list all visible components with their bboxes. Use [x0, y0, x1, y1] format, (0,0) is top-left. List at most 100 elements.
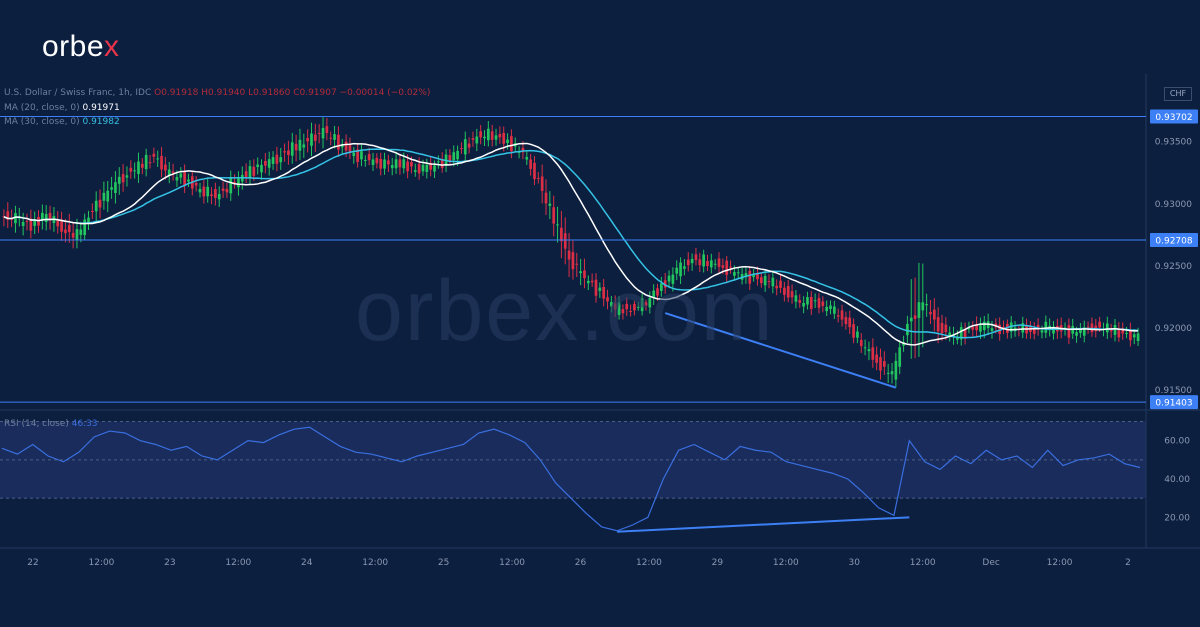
candle-body	[75, 229, 79, 240]
candle-body	[91, 210, 94, 212]
time-tick: 12:00	[225, 558, 251, 568]
candle-body	[206, 186, 210, 197]
candle-body	[944, 324, 948, 333]
candle-body	[398, 159, 402, 168]
candle-body	[940, 322, 944, 334]
candle-body	[1040, 330, 1044, 333]
ma30-legend: MA (30, close, 0) 0.91982	[4, 117, 120, 127]
candle-body	[525, 156, 529, 160]
candle-body	[390, 165, 394, 169]
candle-body	[64, 229, 67, 234]
candle-body	[890, 371, 894, 375]
candle-body	[909, 317, 913, 322]
time-tick: 12:00	[636, 558, 662, 568]
candle-body	[809, 296, 813, 309]
candle-body	[490, 131, 494, 140]
candle-body	[982, 321, 986, 331]
candle-body	[1075, 332, 1078, 336]
time-tick: 30	[849, 558, 861, 568]
time-tick: 29	[712, 558, 724, 568]
candle-body	[533, 162, 536, 180]
price-tick: 0.92500	[1155, 262, 1192, 272]
candle-body	[271, 157, 275, 164]
candle-body	[114, 182, 117, 193]
candle-body	[1125, 332, 1128, 334]
candle-body	[563, 233, 567, 249]
candle-body	[317, 133, 321, 135]
candle-body	[840, 310, 844, 320]
candle-body	[290, 142, 294, 156]
candle-body	[421, 164, 425, 172]
candle-body	[110, 187, 113, 190]
candle-body	[821, 301, 825, 306]
candle-body	[379, 158, 383, 169]
candle-body	[1105, 323, 1109, 333]
candle-body	[456, 150, 459, 160]
candle-body	[536, 177, 540, 179]
candle-body	[333, 134, 336, 140]
rsi-tick: 20.00	[1164, 513, 1190, 523]
candle-body	[187, 179, 190, 182]
candle-body	[560, 227, 563, 242]
price-tick: 0.93500	[1155, 138, 1192, 148]
candle-body	[544, 192, 548, 204]
candle-body	[225, 188, 229, 193]
candle-body	[460, 148, 463, 150]
candle-body	[990, 328, 994, 332]
candle-body	[337, 134, 340, 150]
candle-body	[121, 174, 125, 183]
candle-body	[510, 136, 513, 152]
candle-body	[387, 160, 390, 165]
candle-body	[44, 214, 48, 222]
candle-body	[129, 167, 133, 172]
candle-body	[917, 302, 921, 318]
candle-body	[287, 150, 290, 156]
candle-body	[310, 133, 313, 146]
candle-body	[94, 200, 98, 212]
candle-body	[467, 143, 471, 148]
rsi-divergence-line	[617, 516, 910, 533]
candle-body	[133, 170, 136, 172]
candle-body	[125, 175, 129, 178]
rsi-tick: 40.00	[1164, 475, 1190, 485]
time-tick: Dec	[982, 558, 999, 568]
ma30-value: 0.91982	[82, 117, 120, 127]
logo-x: x	[104, 30, 120, 63]
candle-body	[898, 347, 902, 367]
time-tick: 12:00	[773, 558, 799, 568]
currency-badge[interactable]: CHF	[1164, 87, 1192, 101]
level-label-0.92708: 0.92708	[1155, 237, 1192, 247]
candle-body	[794, 295, 798, 302]
candle-body	[256, 164, 260, 168]
candle-body	[929, 311, 932, 315]
candle-body	[67, 224, 71, 233]
candle-body	[1132, 334, 1136, 338]
candle-body	[475, 136, 479, 144]
candle-body	[352, 152, 356, 157]
symbol-name: U.S. Dollar / Swiss Franc, 1h, IDC	[4, 88, 152, 98]
candle-body	[779, 280, 782, 288]
candle-body	[548, 203, 552, 206]
level-label-0.93702: 0.93702	[1155, 113, 1192, 123]
candle-body	[179, 173, 183, 178]
candle-body	[494, 135, 498, 140]
rsi-tick: 60.00	[1164, 437, 1190, 447]
time-tick: 12:00	[1047, 558, 1073, 568]
candle-body	[867, 349, 871, 352]
candle-body	[79, 229, 83, 235]
watermark: orbex.com	[355, 263, 775, 359]
candle-body	[102, 192, 106, 201]
candle-body	[217, 193, 221, 200]
candle-body	[367, 154, 371, 161]
candle-body	[552, 207, 556, 224]
candle-body	[848, 317, 852, 328]
candle-body	[244, 171, 248, 177]
candle-body	[921, 302, 925, 311]
candle-body	[56, 220, 60, 227]
logo-text: orbe	[42, 30, 105, 63]
candle-body	[248, 166, 252, 178]
candle-body	[829, 305, 832, 310]
candle-body	[175, 176, 179, 181]
candle-body	[502, 132, 506, 144]
candle-body	[856, 331, 859, 338]
